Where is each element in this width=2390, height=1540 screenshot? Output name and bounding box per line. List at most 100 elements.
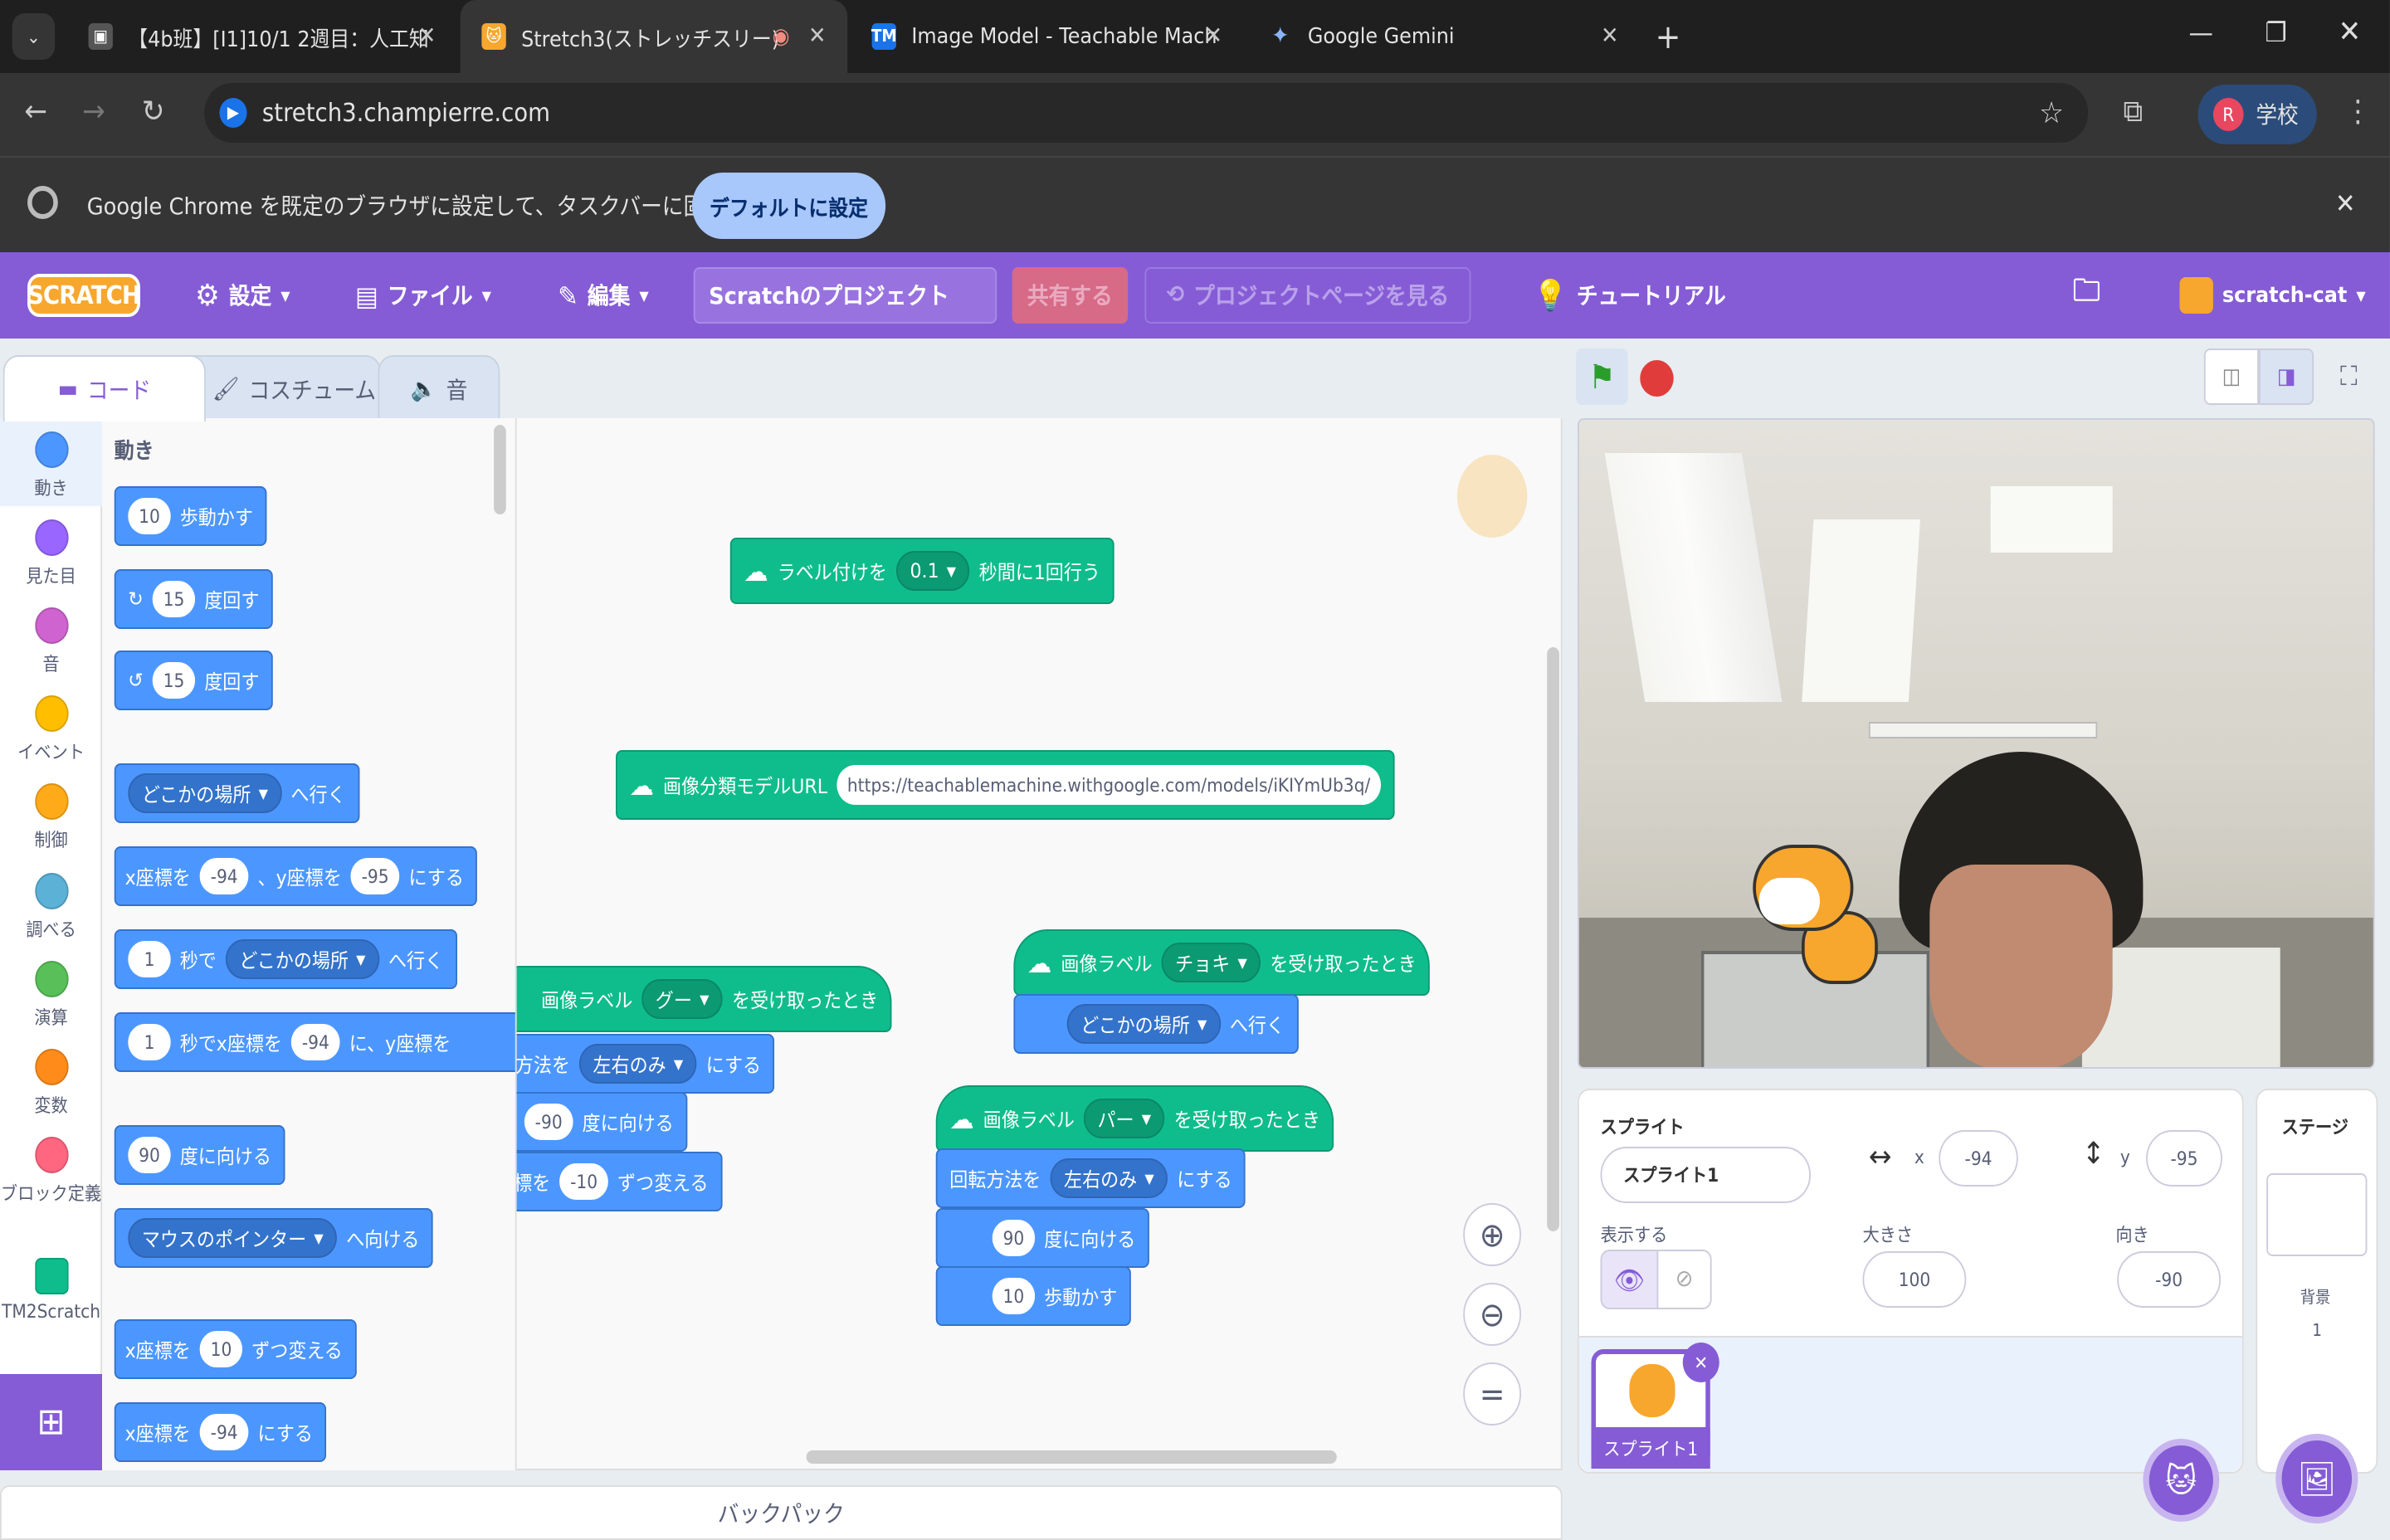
block-when-label-choki[interactable]: ☁ 画像ラベル チョキ ▼ を受け取ったとき [1013, 929, 1431, 996]
tab-code[interactable]: ▬ コード [2, 355, 206, 422]
edit-menu[interactable]: ✎ 編集 ▼ [558, 252, 648, 339]
fullscreen-button[interactable]: ⛶ [2323, 348, 2374, 405]
reload-icon[interactable]: ↻ [142, 95, 165, 129]
zoom-reset-button[interactable]: = [1463, 1362, 1522, 1425]
backpack[interactable]: バックパック [0, 1485, 1563, 1540]
block-glide-to-xy[interactable]: 1 秒でx座標を -94 に、y座標を [114, 1012, 515, 1072]
more-menu-icon[interactable]: ⋮ [2344, 95, 2372, 129]
scratch-logo[interactable]: SCRATCH [27, 274, 141, 317]
normal-stage-button[interactable]: ◨ [2258, 348, 2314, 405]
zoom-out-button[interactable]: ⊖ [1463, 1283, 1522, 1346]
block-point-direction[interactable]: 90 度に向ける [935, 1208, 1149, 1268]
block-model-url[interactable]: ☁ 画像分類モデルURL https://teachablemachine.with… [616, 750, 1395, 820]
category-tm2scratch[interactable]: TM2Scratch [0, 1258, 102, 1323]
block-set-rotation-style[interactable]: 方法を 左右のみ ▼ にする [516, 1034, 775, 1094]
block-go-to[interactable]: どこかの場所 ▼ へ行く [1013, 994, 1299, 1054]
share-button[interactable]: 共有する [1012, 267, 1129, 324]
category-variables[interactable]: 変数 [0, 1049, 102, 1118]
browser-tab-4[interactable]: ✦ Google Gemini ✕ [1246, 0, 1640, 73]
close-tab-icon[interactable]: ✕ [808, 23, 827, 50]
browser-tab-3[interactable]: TM Image Model - Teachable Mach ✕ [851, 0, 1244, 73]
stop-button[interactable] [1640, 360, 1674, 397]
palette-scrollbar[interactable] [494, 425, 506, 514]
scratch-cat-sprite[interactable] [1744, 831, 1904, 1006]
add-backdrop-button[interactable]: 🖼 [2275, 1434, 2358, 1523]
sprite-x-input[interactable]: -94 [1939, 1130, 2018, 1187]
zoom-in-button[interactable]: ⊕ [1463, 1203, 1522, 1266]
backdrop-thumbnail[interactable] [2266, 1173, 2368, 1256]
block-turn-right[interactable]: ↻ 15 度回す [114, 569, 273, 629]
browser-tab-2[interactable]: 🐱 Stretch3(ストレッチスリー) ◉ ✕ [460, 0, 848, 73]
block-point-towards[interactable]: マウスのポインター ▼ へ向ける [114, 1208, 433, 1268]
new-tab-button[interactable]: + [1656, 17, 1681, 56]
block-turn-left[interactable]: ↺ 15 度回す [114, 651, 273, 710]
stage-canvas[interactable] [1577, 418, 2375, 1069]
add-sprite-button[interactable]: 🐱 [2143, 1439, 2220, 1522]
block-set-x[interactable]: x座標を -94 にする [114, 1402, 327, 1462]
category-events[interactable]: イベント [0, 695, 102, 765]
category-operators[interactable]: 演算 [0, 961, 102, 1031]
back-icon[interactable]: ← [24, 95, 47, 129]
category-sound[interactable]: 音 [0, 607, 102, 677]
my-stuff-folder-icon[interactable]: 🗀 [2073, 252, 2100, 339]
block-glide-to[interactable]: 1 秒で どこかの場所 ▼ へ行く [114, 929, 457, 989]
stage-target-pane[interactable]: ステージ 背景 1 🖼 [2256, 1089, 2378, 1523]
site-camera-icon[interactable]: ▶ [219, 98, 247, 128]
block-point-direction[interactable]: 90 度に向ける [114, 1125, 285, 1185]
workspace-horizontal-scrollbar[interactable] [806, 1450, 1337, 1464]
bookmark-star-icon[interactable]: ☆ [2039, 95, 2064, 130]
add-extension-button[interactable]: ⊞ [0, 1374, 103, 1470]
forward-icon[interactable]: → [82, 95, 105, 129]
tab-list-button[interactable]: ⌄ [12, 13, 56, 60]
block-move-steps[interactable]: 10 歩動かす [935, 1266, 1131, 1326]
delete-sprite-icon[interactable]: ✕ [1682, 1343, 1719, 1382]
category-looks[interactable]: 見た目 [0, 519, 102, 589]
block-change-x[interactable]: x座標を 10 ずつ変える [114, 1319, 357, 1379]
block-go-to-xy[interactable]: x座標を -94 、y座標を -95 にする [114, 846, 478, 906]
green-flag-button[interactable]: ⚑ [1576, 348, 1628, 405]
hide-sprite-button[interactable]: ⊘ [1656, 1250, 1712, 1309]
category-sensing[interactable]: 調べる [0, 873, 102, 943]
script-workspace[interactable]: ☁ ラベル付けを 0.1 ▼ 秒間に1回行う ☁ 画像分類モデルURL https://te… [516, 418, 1563, 1470]
see-project-page-button[interactable]: ⟲ プロジェクトページを見る [1144, 267, 1471, 324]
category-my-blocks[interactable]: ブロック定義 [0, 1137, 102, 1206]
workspace-vertical-scrollbar[interactable] [1547, 647, 1559, 1231]
tutorials-button[interactable]: 💡 チュートリアル [1534, 252, 1726, 339]
sprite-size-input[interactable]: 100 [1862, 1251, 1967, 1308]
settings-menu[interactable]: ⚙ 設定 ▼ [195, 252, 290, 339]
restore-button[interactable]: ❐ [2265, 17, 2286, 48]
tab-sounds[interactable]: 🔈 音 [378, 355, 500, 422]
block-when-label-goo[interactable]: 画像ラベル グー ▼ を受け取ったとき [516, 966, 892, 1032]
close-tab-icon[interactable]: ✕ [418, 23, 437, 50]
extensions-icon[interactable]: ⧉ [2124, 95, 2144, 129]
caret-down-icon: ▼ [1197, 1016, 1207, 1031]
block-point-direction[interactable]: -90 度に向ける [516, 1092, 688, 1152]
profile-button[interactable]: R 学校 [2197, 85, 2317, 144]
url-field[interactable]: ▶ stretch3.champierre.com ☆ [204, 83, 2089, 143]
block-move-steps[interactable]: 10 歩動かす [114, 486, 267, 546]
palette-heading: 動き [114, 440, 154, 465]
block-change-x[interactable]: x座標を-10ずつ変える [516, 1152, 723, 1211]
sprite-name-input[interactable]: スプライト1 [1600, 1147, 1811, 1203]
block-label-every[interactable]: ☁ ラベル付けを 0.1 ▼ 秒間に1回行う [729, 538, 1115, 604]
account-menu[interactable]: scratch-cat ▼ [2179, 252, 2366, 339]
block-when-label-paa[interactable]: ☁ 画像ラベル パー ▼ を受け取ったとき [935, 1085, 1334, 1152]
file-menu[interactable]: ▤ ファイル ▼ [355, 252, 491, 339]
small-stage-button[interactable]: ◫ [2203, 348, 2259, 405]
sprite-direction-input[interactable]: -90 [2117, 1251, 2222, 1308]
close-tab-icon[interactable]: ✕ [1601, 23, 1619, 50]
browser-tab-1[interactable]: ▣ 【4b班】[I1]10/1 2週目：人工知 ✕ [67, 0, 457, 73]
category-control[interactable]: 制御 [0, 783, 102, 853]
project-title-input[interactable]: Scratchのプロジェクト [693, 267, 997, 324]
sprite-y-input[interactable]: -95 [2146, 1130, 2222, 1187]
block-go-to[interactable]: どこかの場所 ▼ へ行く [114, 763, 360, 823]
close-tab-icon[interactable]: ✕ [1204, 23, 1222, 50]
sprite-thumbnail[interactable]: スプライト1 ✕ [1591, 1343, 1719, 1469]
category-motion[interactable]: 動き [0, 418, 103, 506]
block-set-rotation-style[interactable]: 回転方法を 左右のみ ▼ にする [935, 1148, 1246, 1208]
show-sprite-button[interactable]: 👁 [1600, 1250, 1659, 1309]
minimize-button[interactable]: — [2189, 17, 2213, 48]
window-close-button[interactable]: ✕ [2338, 15, 2361, 50]
close-infobar-icon[interactable]: ✕ [2335, 188, 2356, 219]
set-default-button[interactable]: デフォルトに設定 [691, 173, 886, 239]
